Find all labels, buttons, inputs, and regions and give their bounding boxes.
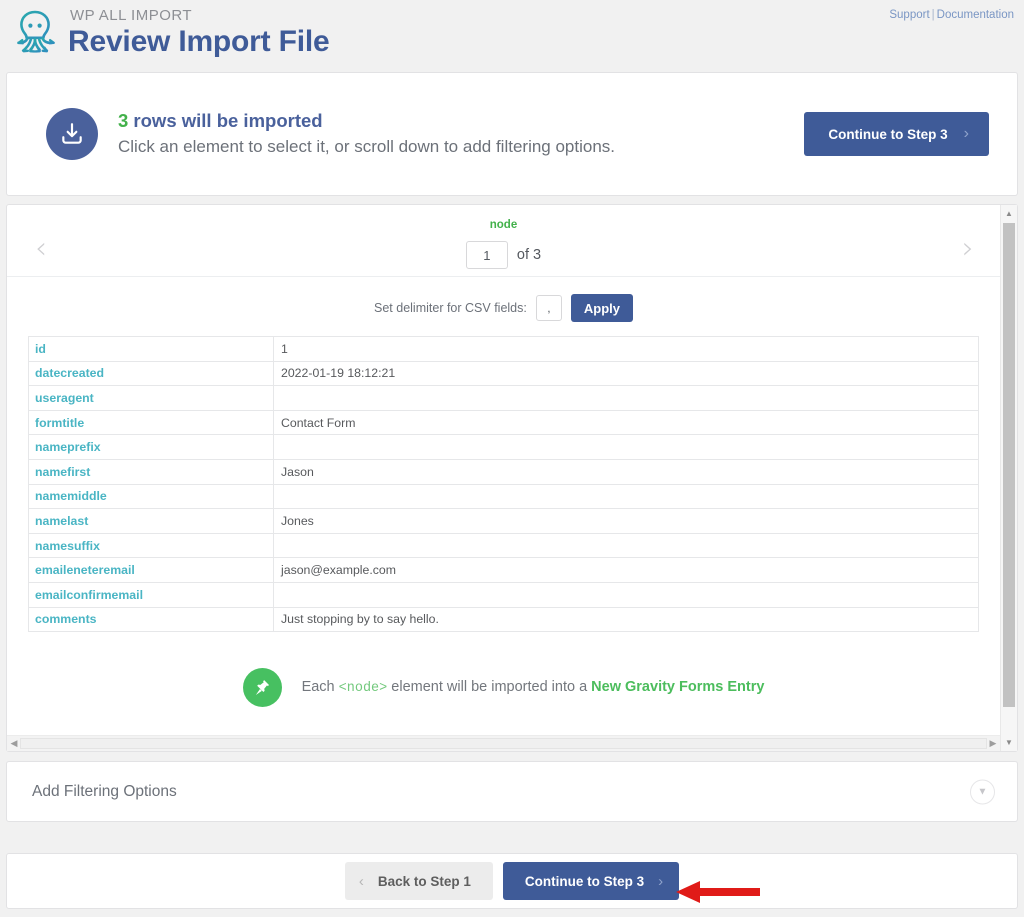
node-index-input[interactable] — [465, 241, 508, 269]
field-value-cell[interactable] — [273, 532, 979, 559]
red-arrow-annotation-icon — [676, 880, 760, 909]
green-pin-icon — [242, 668, 282, 708]
node-import-note: Each <node> element will be imported int… — [7, 668, 1000, 708]
back-to-step-1-button[interactable]: ‹ Back to Step 1 — [344, 862, 493, 900]
import-summary-card: 3 rows will be imported Click an element… — [6, 72, 1018, 196]
field-name-cell[interactable]: formtitle — [28, 409, 274, 436]
field-name-cell[interactable]: useragent — [28, 385, 274, 411]
csv-delimiter-row: Set delimiter for CSV fields: Apply — [7, 277, 1000, 336]
field-value-cell[interactable]: Contact Form — [273, 409, 979, 436]
preview-scroll-viewport: node ‹ › of 3 Set delimiter for CSV fiel… — [7, 205, 1017, 751]
node-total-label: of 3 — [516, 247, 542, 263]
scroll-left-arrow-icon[interactable]: ◀ — [7, 736, 21, 751]
documentation-link[interactable]: Documentation — [937, 9, 1014, 21]
field-value-cell[interactable]: 2022-01-19 18:12:21 — [273, 360, 979, 387]
octopus-logo-icon — [8, 6, 62, 62]
add-filtering-options-card[interactable]: Add Filtering Options ▼ — [6, 761, 1018, 822]
table-row: namemiddle — [28, 483, 979, 510]
field-name-cell[interactable]: emailconfirmemail — [28, 581, 274, 608]
table-row: namefirst Jason — [28, 458, 979, 485]
table-row: emaileneteremail jason@example.com — [28, 557, 979, 583]
import-download-icon — [46, 108, 98, 160]
title-block: WP ALL IMPORT Review Import File — [68, 6, 330, 59]
node-import-note-text: Each <node> element will be imported int… — [302, 679, 765, 696]
chevron-right-icon: › — [658, 872, 664, 890]
preview-vertical-scrollbar[interactable]: ▲ ▼ — [1000, 205, 1017, 751]
field-name-cell[interactable]: nameprefix — [28, 434, 274, 460]
brand-name: WP ALL IMPORT — [70, 7, 193, 24]
field-name-cell[interactable]: namelast — [28, 508, 274, 534]
page-title: Review Import File — [68, 25, 330, 58]
continue-to-step-3-top-button[interactable]: Continue to Step 3 › — [804, 112, 989, 156]
file-preview-card: node ‹ › of 3 Set delimiter for CSV fiel… — [6, 204, 1018, 752]
note-prefix: Each — [301, 679, 339, 696]
node-element-label: node — [489, 219, 518, 231]
apply-delimiter-button[interactable]: Apply — [570, 294, 633, 322]
table-row: useragent — [28, 385, 979, 411]
scroll-down-arrow-icon[interactable]: ▼ — [1001, 734, 1017, 751]
scroll-up-arrow-icon[interactable]: ▲ — [1001, 205, 1017, 222]
note-node-tag: <node> — [338, 681, 388, 697]
preview-data-table: id 1 datecreated 2022-01-19 18:12:21 userage… — [28, 336, 979, 633]
field-value-cell[interactable] — [273, 581, 979, 608]
continue-to-step-3-button[interactable]: Continue to Step 3 › — [502, 862, 680, 900]
table-row: namesuffix — [28, 532, 979, 559]
continue-top-label: Continue to Step 3 — [828, 126, 948, 142]
branding: WP ALL IMPORT Review Import File — [8, 6, 330, 62]
table-row: formtitle Contact Form — [28, 409, 979, 436]
rows-count: 3 — [118, 110, 129, 131]
rows-headline-rest: rows will be imported — [128, 110, 323, 131]
page-header: WP ALL IMPORT Review Import File Support… — [0, 0, 1024, 70]
scroll-right-arrow-icon[interactable]: ▶ — [986, 736, 1000, 751]
link-separator: | — [931, 9, 935, 21]
delimiter-label: Set delimiter for CSV fields: — [374, 301, 527, 315]
wizard-footer-bar: ‹ Back to Step 1 Continue to Step 3 › — [6, 853, 1018, 909]
preview-horizontal-scrollbar[interactable]: ◀ ▶ — [7, 735, 1000, 751]
field-name-cell[interactable]: comments — [28, 606, 274, 633]
node-counter: of 3 — [7, 241, 1000, 269]
field-value-cell[interactable]: Just stopping by to say hello. — [273, 606, 979, 633]
table-row: id 1 — [28, 336, 979, 362]
back-button-label: Back to Step 1 — [377, 873, 471, 889]
field-value-cell[interactable]: 1 — [273, 336, 979, 362]
vertical-scroll-thumb[interactable] — [1003, 223, 1015, 707]
node-navigation: node ‹ › of 3 — [7, 205, 1000, 277]
rows-subtext: Click an element to select it, or scroll… — [118, 137, 616, 156]
delimiter-input[interactable] — [535, 295, 562, 321]
support-link[interactable]: Support — [889, 9, 929, 21]
field-name-cell[interactable]: id — [28, 336, 274, 362]
field-name-cell[interactable]: namemiddle — [28, 483, 274, 510]
field-name-cell[interactable]: namesuffix — [28, 532, 274, 559]
import-summary-text: 3 rows will be imported Click an element… — [118, 108, 615, 160]
page-root: WP ALL IMPORT Review Import File Support… — [0, 0, 1024, 917]
chevron-right-icon: › — [963, 125, 969, 142]
field-name-cell[interactable]: namefirst — [28, 458, 274, 485]
filtering-options-title: Add Filtering Options — [32, 782, 177, 800]
rows-headline: 3 rows will be imported — [118, 108, 615, 134]
table-row: emailconfirmemail — [28, 581, 979, 608]
chevron-left-icon: ‹ — [358, 872, 364, 890]
field-value-cell[interactable] — [273, 385, 979, 411]
table-row: namelast Jones — [28, 508, 979, 534]
field-value-cell[interactable]: Jones — [273, 508, 979, 534]
note-middle: element will be imported into a — [387, 679, 592, 696]
field-name-cell[interactable]: emaileneteremail — [28, 557, 274, 583]
field-value-cell[interactable]: Jason — [273, 458, 979, 485]
horizontal-scroll-thumb[interactable] — [20, 738, 987, 749]
field-value-cell[interactable] — [273, 434, 979, 460]
table-row: nameprefix — [28, 434, 979, 460]
table-row: comments Just stopping by to say hello. — [28, 606, 979, 633]
chevron-down-icon[interactable]: ▼ — [970, 779, 995, 804]
field-name-cell[interactable]: datecreated — [28, 360, 274, 387]
header-links: Support | Documentation — [889, 9, 1014, 21]
field-value-cell[interactable] — [273, 483, 979, 510]
table-row: datecreated 2022-01-19 18:12:21 — [28, 360, 979, 387]
preview-table-body: id 1 datecreated 2022-01-19 18:12:21 userage… — [28, 336, 979, 633]
field-value-cell[interactable]: jason@example.com — [273, 557, 979, 583]
continue-button-label: Continue to Step 3 — [524, 873, 645, 889]
note-import-target: New Gravity Forms Entry — [591, 679, 765, 696]
